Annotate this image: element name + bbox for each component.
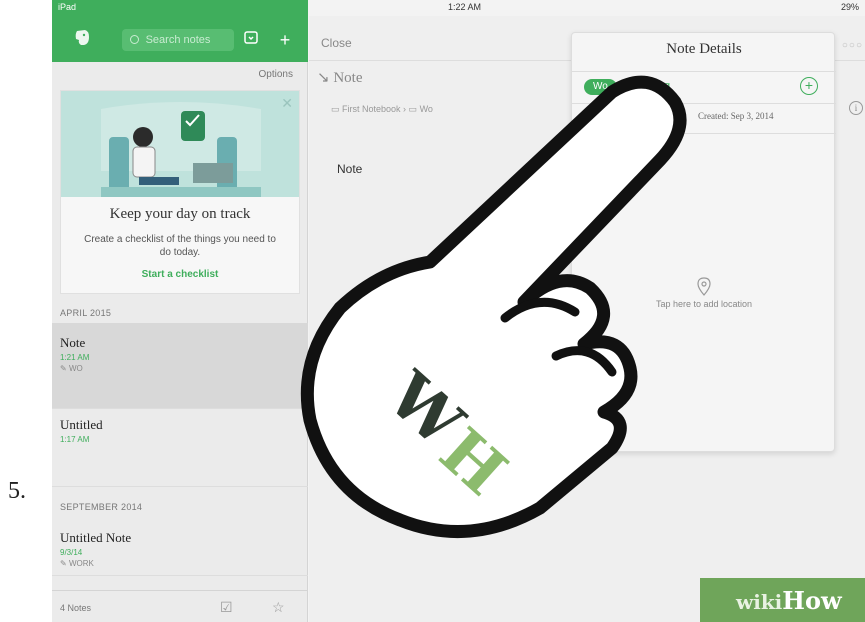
star-icon[interactable]: ☆: [272, 599, 285, 616]
watermark-prefix: wiki: [736, 590, 783, 614]
search-icon: [130, 35, 139, 44]
note-list-item[interactable]: Untitled 1:17 AM: [52, 409, 308, 487]
pencil-icon: ↘: [317, 70, 334, 86]
note-title-text: Note: [333, 70, 363, 86]
section-header: SEPTEMBER 2014: [60, 502, 143, 512]
divider: [572, 103, 836, 104]
tag-link[interactable]: Wo: [420, 104, 433, 114]
notes-sidebar: Search notes + Options ✕ Keep your day o…: [52, 0, 308, 622]
breadcrumb: ▭ First Notebook › ▭ Wo: [331, 104, 433, 115]
status-bar: iPad 1:22 AM 29%: [52, 0, 865, 16]
notebook-link[interactable]: First Notebook: [342, 104, 401, 114]
close-icon[interactable]: ✕: [281, 95, 293, 112]
options-link[interactable]: Options: [259, 69, 293, 80]
note-list-item[interactable]: Untitled Note 9/3/14 ✎ WORK: [52, 516, 308, 576]
note-tag-label: WORK: [68, 559, 94, 568]
tag-icon: ✎: [60, 559, 69, 568]
wikihow-watermark: wikiHow: [736, 586, 842, 615]
section-header: APRIL 2015: [60, 308, 112, 318]
popover-title: Note Details: [666, 41, 742, 57]
evernote-logo-icon[interactable]: [72, 28, 92, 48]
clock: 1:22 AM: [448, 2, 482, 12]
info-icon[interactable]: i: [849, 101, 863, 115]
notes-count: 4 Notes: [60, 603, 92, 613]
note-title: Note: [60, 335, 86, 350]
add-tag-plus-icon[interactable]: +: [800, 77, 818, 95]
new-note-button[interactable]: +: [274, 29, 296, 51]
note-time: 1:21 AM: [60, 353, 90, 362]
search-placeholder: Search notes: [145, 34, 211, 46]
note-title-field[interactable]: ↘ Note: [317, 68, 363, 87]
notebook-icon: ▭: [331, 104, 343, 114]
note-tag: ✎ WO: [60, 364, 83, 373]
created-date: Created: Sep 3, 2014: [698, 111, 774, 121]
close-button[interactable]: Close: [321, 36, 352, 50]
checklist-icon[interactable]: ☑: [220, 599, 233, 616]
promo-illustration: ✕: [61, 91, 299, 197]
tag-chip[interactable]: Wo: [584, 79, 617, 95]
add-tag-field[interactable]: Add Tag: [630, 80, 670, 92]
note-tag: ✎ WORK: [60, 559, 94, 568]
note-time: 1:17 AM: [60, 435, 90, 444]
tag-icon: ▭: [408, 104, 420, 114]
add-location-button[interactable]: Tap here to add location: [572, 299, 836, 309]
carrier-label: iPad: [58, 2, 77, 12]
new-chat-icon[interactable]: [240, 29, 262, 51]
divider: [572, 71, 836, 72]
promo-title: Keep your day on track: [109, 206, 251, 222]
promo-description: Create a checklist of the things you nee…: [84, 234, 276, 258]
battery-indicator: 29%: [840, 2, 859, 12]
ipad-screen: iPad 1:22 AM 29% Search notes + Options: [52, 0, 865, 622]
sidebar-footer: 4 Notes ☑ ☆: [52, 590, 308, 622]
step-number: 5.: [8, 478, 26, 504]
location-pin-icon[interactable]: [696, 277, 712, 297]
note-tag-label: WO: [68, 364, 83, 373]
search-input[interactable]: Search notes: [122, 29, 234, 51]
note-list-item[interactable]: Note 1:21 AM ✎ WO: [52, 323, 308, 409]
tag-icon: ✎: [60, 364, 69, 373]
note-body[interactable]: Note: [337, 162, 362, 176]
chevron-right-icon: ›: [400, 104, 409, 114]
note-time: 9/3/14: [60, 548, 83, 557]
divider: [572, 133, 836, 134]
start-checklist-link[interactable]: Start a checklist: [61, 269, 299, 280]
note-title: Untitled: [60, 417, 103, 432]
note-details-popover: Note Details Wo Add Tag + Created: Sep 3…: [571, 32, 836, 452]
watermark-suffix: How: [782, 586, 842, 615]
more-icon[interactable]: ○○○: [842, 40, 863, 51]
note-title: Untitled Note: [60, 530, 132, 545]
checklist-promo-card: ✕ Keep your day on track Create a checkl…: [60, 90, 300, 294]
